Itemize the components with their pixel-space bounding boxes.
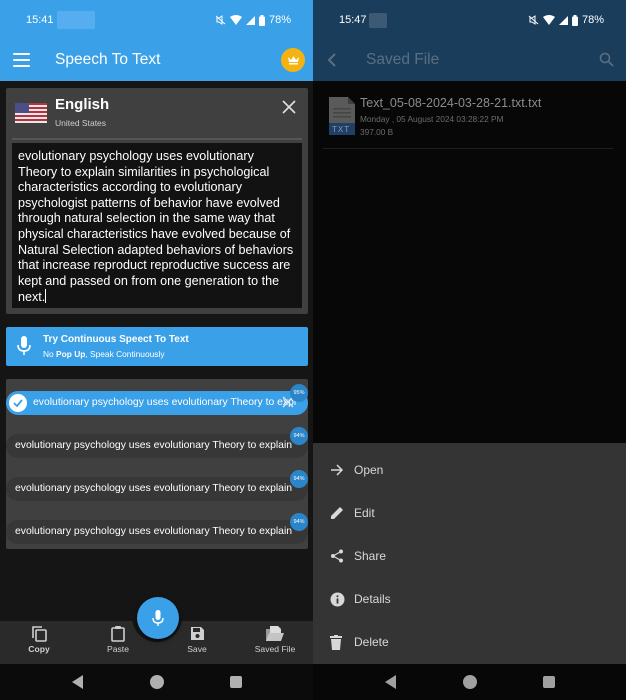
page-title: Saved File [366, 51, 440, 68]
status-notification-area [368, 12, 387, 28]
status-time: 15:47 [339, 14, 367, 26]
open-label: Open [354, 463, 384, 477]
language-card: English United States evolutionary psych… [6, 88, 308, 314]
transcript-textarea[interactable]: evolutionary psychology uses evolutionar… [12, 143, 302, 308]
status-bar: 15:41 78% [0, 0, 313, 40]
nav-recents-icon[interactable] [543, 676, 555, 688]
suggestion-text: evolutionary psychology uses evolutionar… [15, 526, 293, 537]
check-circle-icon [9, 394, 27, 412]
open-action[interactable]: Open [313, 449, 626, 492]
hamburger-menu-icon[interactable] [13, 53, 30, 67]
paste-label: Paste [107, 644, 129, 654]
crown-icon [287, 56, 299, 65]
us-flag-icon[interactable] [15, 102, 47, 124]
wifi-icon [542, 15, 555, 25]
saved-file-label: Saved File [254, 644, 296, 654]
confidence-badge: 95% [290, 384, 308, 402]
copy-label: Copy [28, 644, 50, 654]
mute-icon [528, 15, 539, 25]
status-time: 15:41 [26, 14, 54, 26]
nav-home-icon[interactable] [150, 675, 164, 689]
microphone-icon [152, 609, 164, 626]
file-list-item[interactable]: TXT Text_05-08-2024-03-28-21.txt.txt Mon… [313, 90, 626, 149]
details-action[interactable]: Details [313, 578, 626, 621]
mute-icon [215, 15, 226, 25]
language-name[interactable]: English [55, 96, 109, 113]
system-nav-bar [313, 664, 626, 700]
file-date: Monday , 05 August 2024 03:28:22 PM [360, 114, 504, 124]
suggestion-item[interactable]: evolutionary psychology uses evolutionar… [6, 520, 308, 544]
text-cursor [45, 289, 47, 304]
banner-subtitle-bold: Pop Up [56, 349, 86, 359]
suggestion-text: evolutionary psychology uses evolutionar… [15, 483, 293, 494]
clipboard-icon [111, 626, 125, 642]
suggestion-text: evolutionary psychology uses evolutionar… [15, 440, 293, 451]
microphone-icon [17, 336, 31, 355]
divider [323, 148, 613, 149]
battery-level: 78% [581, 14, 604, 26]
record-fab-button[interactable] [137, 597, 179, 639]
battery-level: 78% [268, 14, 291, 26]
battery-icon [258, 14, 265, 26]
nav-back-icon[interactable] [72, 675, 84, 689]
wifi-icon [229, 15, 242, 25]
transcript-text: evolutionary psychology uses evolutionar… [18, 149, 294, 305]
app-bar: Speech To Text [0, 40, 313, 81]
system-nav-bar [0, 664, 313, 700]
copy-icon [32, 626, 47, 642]
saved-file-screen: 15:47 78% Saved File TXT Text_05-08-2024… [313, 0, 626, 700]
premium-button[interactable] [281, 48, 305, 72]
signal-icon [558, 15, 568, 25]
suggestion-item[interactable]: evolutionary psychology uses evolutionar… [6, 434, 308, 458]
continuous-speech-banner[interactable]: Try Continuous Speect To Text No Pop Up,… [6, 327, 308, 366]
search-icon[interactable] [599, 52, 614, 67]
banner-title: Try Continuous Speect To Text [43, 334, 189, 345]
chevron-left-icon[interactable] [327, 52, 337, 68]
app-bar: Saved File [313, 40, 626, 81]
status-bar: 15:47 78% [313, 0, 626, 40]
app-title: Speech To Text [55, 51, 161, 68]
delete-action[interactable]: Delete [313, 621, 626, 664]
banner-subtitle-prefix: No [43, 349, 57, 359]
close-icon[interactable] [282, 100, 296, 114]
nav-back-icon[interactable] [385, 675, 397, 689]
signal-icon [245, 15, 255, 25]
language-region: United States [55, 118, 107, 128]
info-icon [330, 592, 345, 607]
confidence-badge: 94% [290, 427, 308, 445]
file-name: Text_05-08-2024-03-28-21.txt.txt [360, 96, 542, 110]
battery-icon [571, 14, 578, 26]
confidence-badge: 94% [290, 470, 308, 488]
share-label: Share [354, 549, 387, 563]
suggestion-item-selected[interactable]: evolutionary psychology uses evolutionar… [6, 391, 308, 415]
confidence-badge: 94% [290, 513, 308, 531]
trash-icon [330, 635, 342, 650]
suggestions-list: evolutionary psychology uses evolutionar… [6, 379, 308, 549]
arrow-right-icon [331, 464, 344, 476]
save-label: Save [187, 644, 207, 654]
file-size: 397.00 B [360, 127, 394, 137]
share-action[interactable]: Share [313, 535, 626, 578]
divider [12, 138, 302, 140]
copy-button[interactable]: Copy [4, 625, 74, 654]
details-label: Details [354, 592, 391, 606]
banner-subtitle-suffix: , Speak Continuously [85, 349, 165, 359]
file-type-label: TXT [332, 125, 351, 134]
status-notification-area [56, 11, 95, 29]
saved-file-button[interactable]: Saved File [240, 625, 310, 654]
edit-label: Edit [354, 506, 375, 520]
nav-recents-icon[interactable] [230, 676, 242, 688]
share-icon [331, 549, 343, 563]
speech-to-text-screen: 15:41 78% Speech To Text English United … [0, 0, 313, 700]
delete-label: Delete [354, 635, 389, 649]
suggestion-text: evolutionary psychology uses evolutionar… [33, 397, 297, 408]
floppy-disk-icon [191, 627, 204, 640]
pencil-icon [331, 507, 343, 519]
folder-open-icon [266, 626, 284, 641]
suggestion-item[interactable]: evolutionary psychology uses evolutionar… [6, 477, 308, 501]
edit-action[interactable]: Edit [313, 492, 626, 535]
file-action-sheet: Open Edit Share Details Delete [313, 443, 626, 664]
banner-subtitle: No Pop Up, Speak Continuously [43, 349, 165, 359]
nav-home-icon[interactable] [463, 675, 477, 689]
